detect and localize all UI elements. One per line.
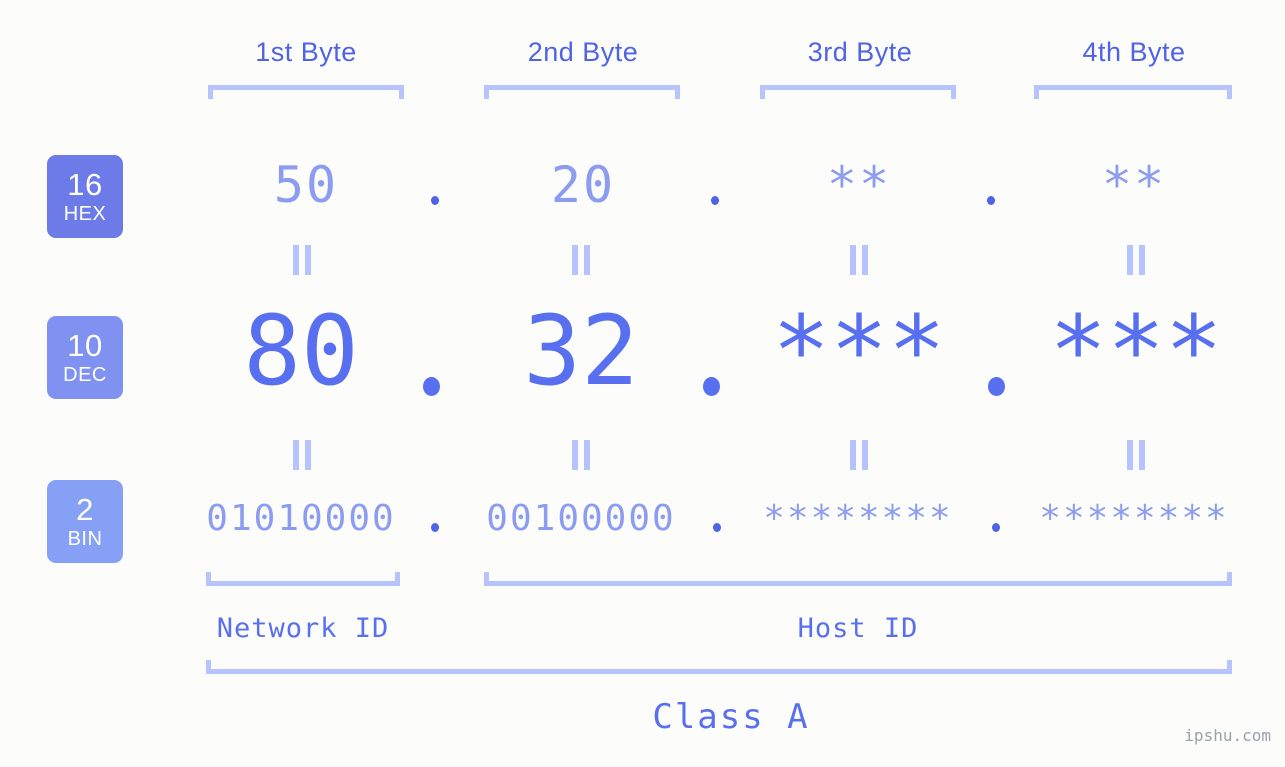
badge-dec: 10 DEC	[47, 316, 123, 399]
byte-bracket-2	[484, 85, 680, 99]
badge-bin-abbr: BIN	[67, 528, 103, 550]
dec-byte-2: 32	[523, 295, 639, 407]
hex-separator-dot-3	[987, 196, 995, 205]
site-watermark: ipshu.com	[1184, 726, 1271, 745]
badge-dec-number: 10	[67, 328, 103, 363]
bin-separator-dot-2	[713, 523, 721, 532]
equals-symbol-dec-bin-1	[292, 440, 313, 470]
hex-separator-dot-2	[711, 196, 719, 205]
class-bracket	[206, 660, 1232, 674]
hex-byte-4: **	[1101, 156, 1167, 214]
dec-byte-1: 80	[243, 295, 359, 407]
dec-byte-4: ***	[1049, 295, 1223, 407]
hex-separator-dot-1	[431, 196, 439, 205]
badge-bin-number: 2	[76, 492, 94, 527]
badge-bin: 2 BIN	[47, 480, 123, 563]
class-label: Class A	[652, 697, 810, 737]
bin-separator-dot-1	[431, 523, 439, 532]
byte-bracket-1	[208, 85, 404, 99]
equals-symbol-hex-dec-4	[1126, 245, 1147, 275]
network-id-label: Network ID	[216, 613, 390, 644]
hex-byte-1: 50	[273, 156, 339, 214]
hex-byte-2: 20	[550, 156, 616, 214]
equals-symbol-hex-dec-3	[849, 245, 870, 275]
badge-hex-number: 16	[67, 167, 103, 202]
byte-bracket-4	[1034, 85, 1232, 99]
dec-byte-3: ***	[772, 295, 946, 407]
ip-byte-diagram: 1st Byte 2nd Byte 3rd Byte 4th Byte 16 H…	[0, 0, 1285, 767]
bin-separator-dot-3	[992, 523, 1000, 532]
host-id-label: Host ID	[797, 613, 919, 644]
equals-symbol-hex-dec-1	[292, 245, 313, 275]
byte-header-1: 1st Byte	[255, 37, 357, 67]
dec-separator-dot-2	[703, 377, 720, 396]
bin-byte-4: ********	[1039, 498, 1229, 539]
equals-symbol-dec-bin-3	[849, 440, 870, 470]
byte-header-2: 2nd Byte	[527, 37, 639, 67]
equals-symbol-dec-bin-4	[1126, 440, 1147, 470]
byte-header-4: 4th Byte	[1082, 37, 1186, 67]
dec-separator-dot-3	[988, 377, 1005, 396]
badge-hex: 16 HEX	[47, 155, 123, 238]
byte-header-3: 3rd Byte	[807, 37, 913, 67]
bin-byte-3: ********	[763, 498, 953, 539]
bin-byte-2: 00100000	[486, 498, 676, 539]
host-id-bracket	[484, 572, 1232, 586]
network-id-bracket	[206, 572, 400, 586]
badge-hex-abbr: HEX	[63, 203, 107, 225]
byte-bracket-3	[760, 85, 956, 99]
hex-byte-3: **	[826, 156, 892, 214]
equals-symbol-dec-bin-2	[571, 440, 592, 470]
dec-separator-dot-1	[423, 377, 440, 396]
badge-dec-abbr: DEC	[63, 364, 107, 386]
equals-symbol-hex-dec-2	[571, 245, 592, 275]
bin-byte-1: 01010000	[206, 498, 396, 539]
